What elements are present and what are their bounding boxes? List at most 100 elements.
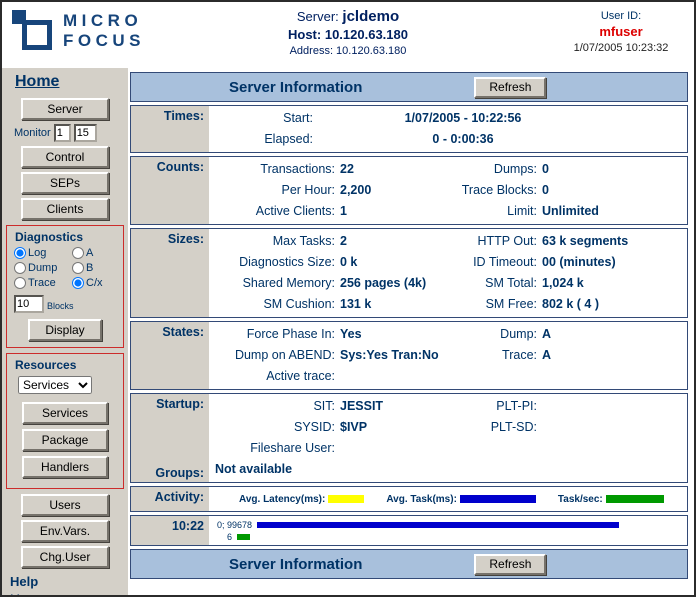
host-address: 10.120.63.180 [325, 27, 408, 42]
monitor-value2-input[interactable] [74, 124, 97, 142]
field-value [335, 438, 445, 459]
field-value: 1 [335, 201, 445, 222]
startup-section-label: Startup: [156, 397, 204, 411]
field-label: Dump on ABEND: [209, 345, 335, 366]
field-label: SM Total: [445, 273, 537, 294]
field-value [335, 366, 445, 387]
data-row: SYSID: $IVP PLT-SD: [209, 417, 687, 438]
field-value: 1,024 k [537, 273, 687, 294]
server-button[interactable]: Server [21, 98, 109, 120]
micro-focus-logo: MICRO FOCUS [12, 10, 182, 52]
data-row: Force Phase In: Yes Dump: A [209, 324, 687, 345]
graph-values-text: 0; 99678 [217, 519, 252, 531]
cx-radio[interactable] [72, 277, 84, 289]
b-radio[interactable] [72, 262, 84, 274]
env-vars-button[interactable]: Env.Vars. [21, 520, 109, 542]
seps-button[interactable]: SEPs [21, 172, 109, 194]
users-button[interactable]: Users [21, 494, 109, 516]
counts-section: Counts: Transactions: 22 Dumps: 0 Per Ho… [130, 156, 688, 225]
data-row: Not available [209, 459, 687, 480]
field-value: Sys:Yes Tran:No [335, 345, 445, 366]
package-button[interactable]: Package [22, 429, 108, 451]
resources-select[interactable]: Services [18, 376, 92, 394]
b-radio-option[interactable]: B [72, 262, 118, 274]
trace-radio[interactable] [14, 277, 26, 289]
field-value: 2,200 [335, 180, 445, 201]
clients-button[interactable]: Clients [21, 198, 109, 220]
graph-values-text: 6 [227, 531, 232, 543]
header: MICRO FOCUS Server: jcldemo Host: 10.120… [2, 2, 694, 68]
graph-line-task-sec: 6 [217, 531, 687, 543]
services-button[interactable]: Services [22, 402, 108, 424]
dump-radio-option[interactable]: Dump [14, 262, 72, 274]
cx-radio-option[interactable]: C/x [72, 277, 118, 289]
field-label: Limit: [445, 201, 537, 222]
field-value: $IVP [335, 417, 445, 438]
counts-section-label: Counts: [131, 157, 209, 224]
startup-section: Startup: Groups: SIT: JESSIT PLT-PI: SYS… [130, 393, 688, 483]
timestamp: 1/07/2005 10:23:32 [556, 42, 686, 54]
server-identity: Server: jcldemo Host: 10.120.63.180 Addr… [218, 8, 478, 57]
field-value: Yes [335, 324, 445, 345]
graph-line-task-ms: 0; 99678 [217, 519, 687, 531]
server-info-top-bar: Server Information Refresh [130, 72, 688, 102]
field-value: 2 [335, 231, 445, 252]
field-label: Force Phase In: [209, 324, 335, 345]
graph-time-label: 10:22 [131, 516, 209, 545]
a-radio-option[interactable]: A [72, 247, 118, 259]
diagnostics-panel: Diagnostics Log A Dump [6, 225, 124, 348]
mf-server-admin-page: MICRO FOCUS Server: jcldemo Host: 10.120… [0, 0, 696, 597]
data-row: Shared Memory: 256 pages (4k) SM Total: … [209, 273, 687, 294]
a-radio[interactable] [72, 247, 84, 259]
times-section: Times: Start: 1/07/2005 - 10:22:56 Elaps… [130, 105, 688, 153]
blocks-input[interactable] [14, 295, 44, 313]
field-label: SM Free: [445, 294, 537, 315]
trace-radio-option[interactable]: Trace [14, 277, 72, 289]
home-link[interactable]: Home [15, 73, 59, 91]
field-label: Elapsed: [209, 129, 313, 150]
diagnostics-radio-group: Log A Dump B [14, 247, 118, 289]
groups-section-label: Groups: [155, 466, 204, 480]
field-label: Per Hour: [209, 180, 335, 201]
field-value: 0 [537, 159, 687, 180]
address-line: Address: 10.120.63.180 [218, 45, 478, 57]
data-row: Fileshare User: [209, 438, 687, 459]
log-radio[interactable] [14, 247, 26, 259]
avg-latency-legend-label: Avg. Latency(ms): [239, 494, 325, 505]
control-button[interactable]: Control [21, 146, 109, 168]
field-label: Trace: [445, 345, 537, 366]
menu-link[interactable]: Menu [10, 592, 40, 595]
data-row: SM Cushion: 131 k SM Free: 802 k ( 4 ) [209, 294, 687, 315]
log-radio-option[interactable]: Log [14, 247, 72, 259]
chg-user-button[interactable]: Chg.User [21, 546, 109, 568]
field-label [445, 366, 537, 387]
task-sec-legend-label: Task/sec: [558, 494, 603, 505]
logo-text: MICRO FOCUS [63, 10, 145, 51]
field-label [445, 438, 537, 459]
field-value [537, 366, 687, 387]
data-row: Diagnostics Size: 0 k ID Timeout: 00 (mi… [209, 252, 687, 273]
field-label: Start: [209, 108, 313, 129]
field-value: A [537, 324, 687, 345]
activity-section-label: Activity: [131, 487, 209, 511]
field-value: 0 - 0:00:36 [313, 129, 613, 150]
field-label: ID Timeout: [445, 252, 537, 273]
dump-radio[interactable] [14, 262, 26, 274]
avg-task-bar-swatch [460, 495, 536, 503]
refresh-button-top[interactable]: Refresh [474, 77, 546, 98]
field-value: 256 pages (4k) [335, 273, 445, 294]
field-value: 0 k [335, 252, 445, 273]
field-label: Shared Memory: [209, 273, 335, 294]
sidebar: Home Server Monitor Control SEPs Clients… [2, 68, 128, 595]
field-label: Diagnostics Size: [209, 252, 335, 273]
monitor-value1-input[interactable] [54, 124, 71, 142]
data-row: Elapsed: 0 - 0:00:36 [209, 129, 687, 150]
server-info-bottom-bar: Server Information Refresh [130, 549, 688, 579]
help-label: Help [10, 574, 128, 589]
user-id-label: User ID: [556, 10, 686, 22]
states-section: States: Force Phase In: Yes Dump: A Dump… [130, 321, 688, 390]
display-button[interactable]: Display [28, 319, 102, 341]
refresh-button-bottom[interactable]: Refresh [474, 554, 546, 575]
blocks-label: Blocks [47, 301, 74, 313]
handlers-button[interactable]: Handlers [22, 456, 108, 478]
